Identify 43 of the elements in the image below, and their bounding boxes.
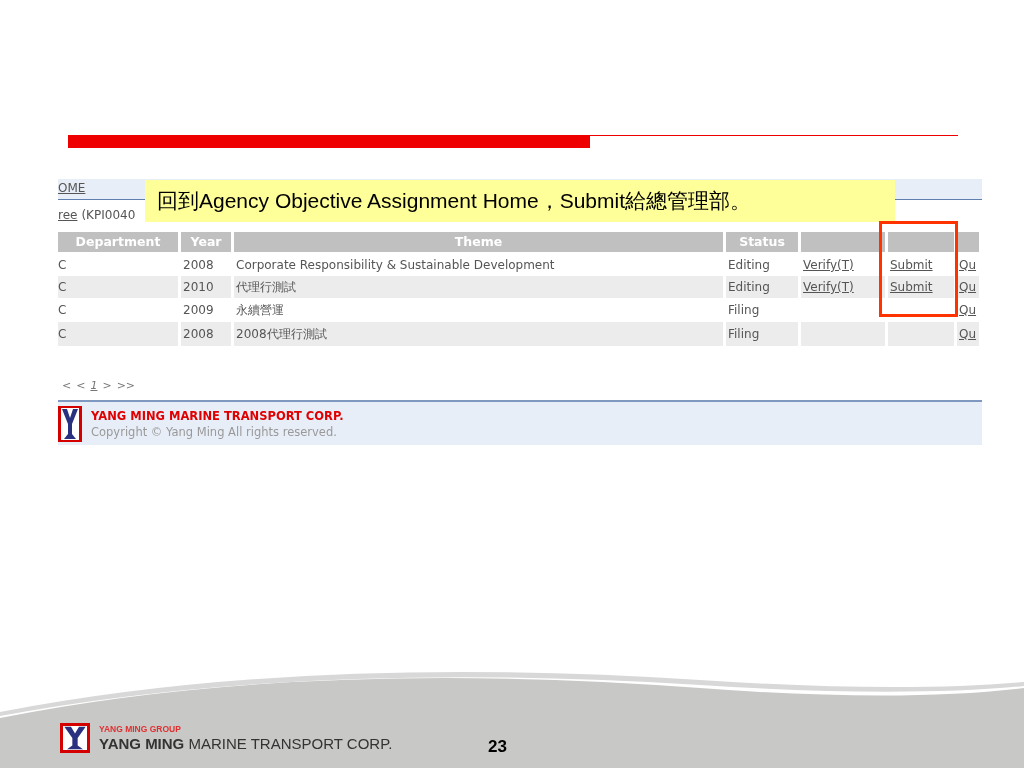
table-cell-text: C	[58, 302, 68, 319]
table-link[interactable]: Qu	[959, 256, 977, 274]
column-header: Theme	[234, 232, 723, 252]
table-cell: C	[58, 322, 178, 346]
table-cell: 2008代理行測試	[234, 322, 723, 346]
pager-arrow[interactable]: >	[102, 377, 112, 395]
table-cell: 2008	[181, 322, 231, 346]
table-cell-text: 2008	[182, 257, 215, 274]
tree-link[interactable]: ree	[58, 206, 78, 224]
company-name: YANG MING MARINE TRANSPORT CORP.	[99, 736, 393, 752]
page-number: 23	[488, 736, 507, 758]
callout-note: 回到Agency Objective Assignment Home，Submit給總管理部。	[145, 180, 895, 222]
table-cell: Editing	[726, 276, 798, 298]
pager-arrow[interactable]: <	[62, 377, 72, 395]
logo-icon	[60, 723, 90, 753]
logo-icon	[58, 405, 82, 442]
page-link[interactable]: 1	[90, 377, 98, 395]
table-cell: 代理行測試	[234, 276, 723, 298]
column-header: Status	[726, 232, 798, 252]
table-link[interactable]: Qu	[959, 278, 977, 296]
submit-link[interactable]: Submit	[890, 256, 933, 274]
table-cell-text: Corporate Responsibility & Sustainable Development	[235, 257, 556, 274]
home-link[interactable]: OME	[58, 179, 86, 197]
table-cell-text: Editing	[727, 257, 771, 274]
table-cell-text: 2009	[182, 302, 215, 319]
table-cell-text: Filing	[727, 302, 761, 319]
table-cell-text: 永續營運	[235, 302, 285, 319]
table-cell: Filing	[726, 322, 798, 346]
pager-arrow[interactable]: <	[76, 377, 86, 395]
table-cell: 2010	[181, 276, 231, 298]
breadcrumb-code: (KPI0040	[81, 207, 136, 224]
copyright-text: Copyright © Yang Ming All rights reserved.	[91, 423, 338, 440]
pager-arrow[interactable]: >>	[116, 377, 136, 395]
column-header: Department	[58, 232, 178, 252]
column-header: Year	[181, 232, 231, 252]
group-name: YANG MING GROUP	[99, 724, 182, 734]
verify-link[interactable]: Verify(T)	[803, 256, 854, 274]
column-header	[957, 232, 979, 252]
column-header	[888, 232, 954, 252]
table-cell: C	[58, 276, 178, 298]
company-name: YANG MING MARINE TRANSPORT CORP.	[91, 407, 344, 424]
table-link[interactable]: Qu	[959, 301, 977, 319]
table-cell-text: C	[58, 257, 68, 274]
